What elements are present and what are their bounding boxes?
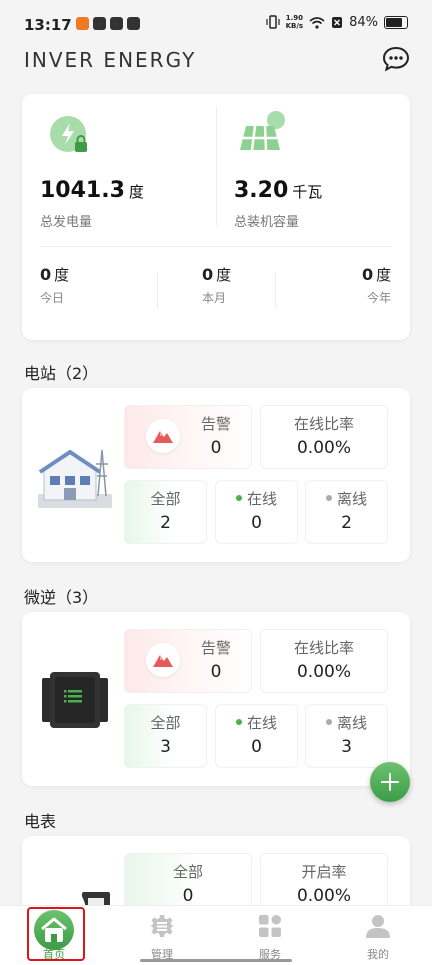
status-right: 1.90 KB/s 84% <box>266 14 408 30</box>
message-icon[interactable] <box>382 46 410 72</box>
grid-icon <box>259 915 281 937</box>
microinverter-icon <box>42 672 108 728</box>
online-dot <box>235 494 242 501</box>
meters-section-title: 电表 <box>24 812 57 831</box>
add-device-button[interactable] <box>370 762 410 802</box>
microinverters-card[interactable]: 告警 0 在线比率 0.00% 全部 3 在线 0 离线 3 <box>22 612 410 786</box>
offline-dot <box>325 718 332 725</box>
tab-mine[interactable]: 我的 <box>324 906 432 965</box>
alarm-mountain-icon <box>153 655 173 667</box>
divider <box>40 246 392 247</box>
microinverters-alarm-tile[interactable]: 告警 0 <box>124 629 252 693</box>
gear-icon <box>150 915 174 937</box>
alarm-mountain-icon <box>153 431 173 443</box>
app-header: INVER ENERGY <box>0 46 432 86</box>
stations-alarm-tile[interactable]: 告警 0 <box>124 405 252 469</box>
user-icon <box>366 915 390 938</box>
period-month: 0度 本月 <box>202 265 232 305</box>
sim-off-icon <box>332 16 343 28</box>
period-year: 0度 今年 <box>362 265 392 305</box>
tab-manage[interactable]: 管理 <box>108 906 216 965</box>
wifi-icon <box>309 16 325 29</box>
installed-capacity-value: 3.20 千瓦 <box>234 178 323 203</box>
status-bar: 13:17 1.90 KB/s 84% <box>0 0 432 46</box>
stations-card[interactable]: 告警 0 在线比率 0.00% 全部 2 在线 0 离线 2 <box>22 388 410 562</box>
battery-percent: 84% <box>349 14 378 30</box>
brand-logo: INVER ENERGY <box>24 48 197 72</box>
microinverters-all-tile[interactable]: 全部 3 <box>124 704 207 768</box>
online-dot <box>235 718 242 725</box>
period-today: 0度 今日 <box>40 265 70 305</box>
solar-panel-icon <box>240 111 285 151</box>
divider <box>275 272 276 308</box>
app-notification-icon <box>127 17 140 30</box>
alarm-badge <box>146 643 180 677</box>
stations-online-tile[interactable]: 在线 0 <box>215 480 298 544</box>
microinverters-online-tile[interactable]: 在线 0 <box>215 704 298 768</box>
total-generation-label: 总发电量 <box>40 215 93 230</box>
total-generation-value: 1041.3 度 <box>40 178 144 203</box>
alarm-badge <box>146 419 180 453</box>
stations-online-rate-tile[interactable]: 在线比率 0.00% <box>260 405 388 469</box>
gesture-bar <box>140 959 292 962</box>
app-notification-icon <box>76 17 89 30</box>
divider <box>216 106 217 226</box>
app-notification-icon <box>93 17 106 30</box>
microinverters-online-rate-tile[interactable]: 在线比率 0.00% <box>260 629 388 693</box>
battery-icon <box>384 15 408 29</box>
power-station-icon <box>38 449 112 508</box>
divider <box>157 272 158 308</box>
status-time: 13:17 <box>24 16 72 34</box>
offline-dot <box>325 494 332 501</box>
tab-service[interactable]: 服务 <box>216 906 324 965</box>
home-tab-highlight <box>27 907 85 961</box>
power-generation-icon <box>50 116 87 152</box>
vibrate-icon <box>266 15 280 29</box>
app-notification-icon <box>110 17 123 30</box>
network-speed: 1.90 KB/s <box>285 14 304 30</box>
stations-section-title: 电站（2） <box>24 364 99 383</box>
energy-summary-card: 1041.3 度 总发电量 3.20 千瓦 总装机容量 0度 今日 0度 本月 0度… <box>22 94 410 340</box>
installed-capacity-label: 总装机容量 <box>234 215 300 230</box>
microinverters-section-title: 微逆（3） <box>24 588 99 607</box>
stations-offline-tile[interactable]: 离线 2 <box>305 480 388 544</box>
microinverters-offline-tile[interactable]: 离线 3 <box>305 704 388 768</box>
notification-icons <box>76 17 140 30</box>
stations-all-tile[interactable]: 全部 2 <box>124 480 207 544</box>
